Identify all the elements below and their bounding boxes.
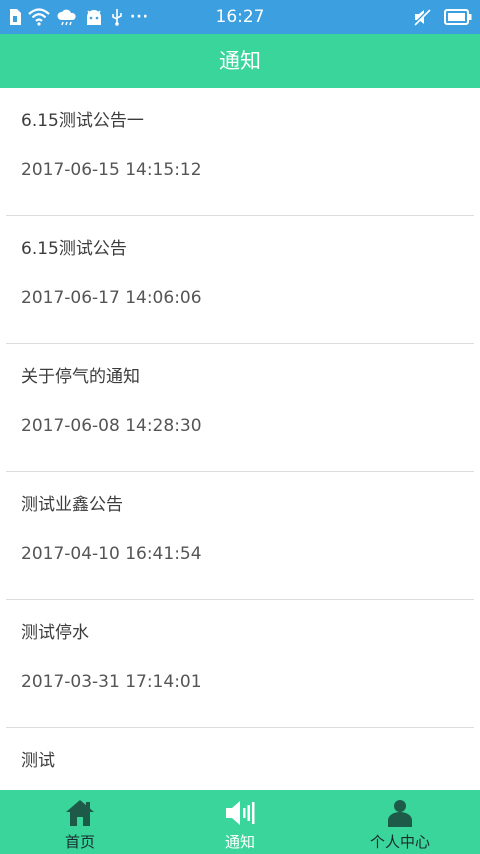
notice-time: 2017-04-10 16:41:54 [21, 544, 202, 564]
tab-label: 通知 [224, 833, 255, 851]
notice-title: 测试停水 [21, 623, 89, 643]
notice-list[interactable]: 6.15测试公告一 2017-06-15 14:15:12 6.15测试公告 2… [0, 88, 480, 790]
notice-time: 2017-06-15 14:15:12 [21, 160, 202, 180]
tab-label: 个人中心 [369, 833, 430, 851]
tab-notice[interactable]: 通知 [160, 790, 320, 854]
notice-item[interactable]: 6.15测试公告 2017-06-17 14:06:06 [6, 216, 474, 344]
mute-icon [412, 8, 431, 26]
notice-title: 6.15测试公告 [21, 239, 127, 259]
notice-title: 6.15测试公告一 [21, 111, 144, 131]
person-icon [388, 800, 412, 827]
home-icon [66, 800, 94, 826]
notice-item[interactable]: 关于停气的通知 2017-06-08 14:28:30 [6, 344, 474, 472]
status-bar: ··· 16:27 [0, 0, 480, 34]
page-title: 通知 [219, 49, 261, 73]
title-bar: 通知 [0, 34, 480, 88]
notice-time: 2017-06-17 14:06:06 [21, 288, 202, 308]
notice-item[interactable]: 测试业鑫公告 2017-04-10 16:41:54 [6, 472, 474, 600]
tab-home[interactable]: 首页 [0, 790, 160, 854]
tab-label: 首页 [64, 833, 95, 851]
tab-profile[interactable]: 个人中心 [320, 790, 480, 854]
status-right-icons [412, 6, 472, 28]
notice-title: 关于停气的通知 [21, 367, 140, 387]
notice-time: 2017-03-31 17:14:01 [21, 672, 202, 692]
notice-item[interactable]: 测试 [6, 728, 474, 790]
notice-item[interactable]: 测试停水 2017-03-31 17:14:01 [6, 600, 474, 728]
notice-item[interactable]: 6.15测试公告一 2017-06-15 14:15:12 [6, 88, 474, 216]
bottom-tab-bar: 首页 通知 个人中心 [0, 790, 480, 854]
notice-time: 2017-06-08 14:28:30 [21, 416, 202, 436]
status-time: 16:27 [215, 7, 265, 27]
notice-title: 测试 [21, 751, 55, 771]
speaker-icon [226, 801, 255, 825]
notice-title: 测试业鑫公告 [21, 495, 123, 515]
battery-icon [444, 9, 472, 25]
